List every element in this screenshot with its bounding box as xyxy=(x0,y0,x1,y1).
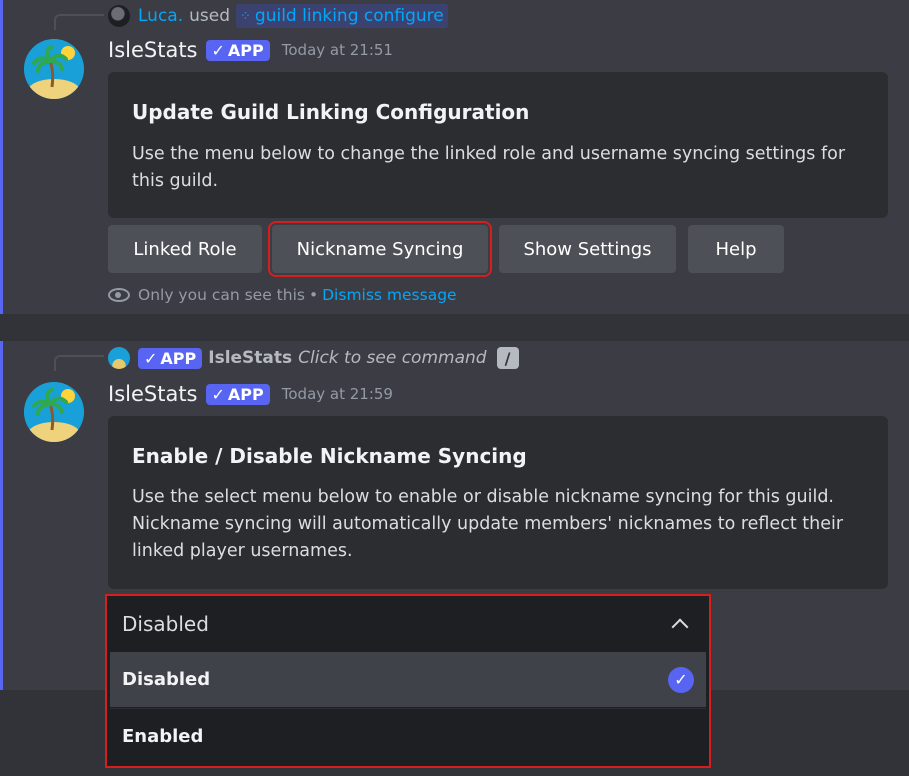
nickname-syncing-button[interactable]: Nickname Syncing xyxy=(268,221,492,277)
author-name[interactable]: IsleStats xyxy=(108,382,198,406)
check-icon: ✓ xyxy=(211,384,225,404)
message-1: Luca. used ⁘ guild linking configure Isl… xyxy=(0,0,909,314)
chevron-up-icon xyxy=(671,618,689,636)
embed-title: Enable / Disable Nickname Syncing xyxy=(132,444,527,468)
reply-connector xyxy=(54,355,104,371)
show-settings-button[interactable]: Show Settings xyxy=(499,225,676,273)
bot-avatar[interactable] xyxy=(24,382,84,442)
bot-avatar[interactable] xyxy=(24,39,84,99)
select-trigger[interactable]: Disabled xyxy=(110,599,706,649)
bot-avatar-mini xyxy=(108,347,130,369)
ephemeral-text: Only you can see this xyxy=(138,286,305,304)
reply-username[interactable]: Luca. xyxy=(138,6,183,26)
dismiss-message-link[interactable]: Dismiss message xyxy=(322,286,456,304)
app-badge: ✓ APP xyxy=(205,39,270,61)
embed: Enable / Disable Nickname Syncing Use th… xyxy=(108,416,888,589)
click-to-see-command[interactable]: Click to see command xyxy=(298,348,486,368)
check-icon: ✓ xyxy=(144,348,158,368)
option-label: Enabled xyxy=(122,725,204,747)
embed-title: Update Guild Linking Configuration xyxy=(132,100,530,124)
ephemeral-notice: Only you can see this • Dismiss message xyxy=(108,286,457,304)
command-mention[interactable]: ⁘ guild linking configure xyxy=(236,4,448,28)
select-option-enabled[interactable]: Enabled xyxy=(110,708,706,763)
linked-role-button[interactable]: Linked Role xyxy=(108,225,262,273)
slash-command-icon: ⁘ xyxy=(240,8,251,24)
embed: Update Guild Linking Configuration Use t… xyxy=(108,72,888,218)
message-header: IsleStats ✓ APP Today at 21:51 xyxy=(108,38,393,62)
user-avatar-mini xyxy=(108,5,130,27)
reply-connector xyxy=(54,14,104,30)
embed-description: Use the select menu below to enable or d… xyxy=(132,487,844,561)
author-name[interactable]: IsleStats xyxy=(108,38,198,62)
command-name: guild linking configure xyxy=(254,6,444,26)
selected-check-icon: ✓ xyxy=(668,666,694,693)
app-badge: ✓ APP xyxy=(138,347,203,369)
eye-icon xyxy=(108,288,130,302)
select-value: Disabled xyxy=(122,612,209,636)
reply-preview[interactable]: ✓ APP IsleStats Click to see command / xyxy=(108,346,519,370)
separator: • xyxy=(308,286,319,304)
message-header: IsleStats ✓ APP Today at 21:59 xyxy=(108,382,393,406)
nickname-syncing-select[interactable]: Disabled Disabled ✓ Enabled xyxy=(105,594,711,768)
embed-description: Use the menu below to change the linked … xyxy=(132,144,846,191)
reply-author[interactable]: IsleStats xyxy=(208,348,292,368)
timestamp: Today at 21:59 xyxy=(281,385,393,403)
reply-preview[interactable]: Luca. used ⁘ guild linking configure xyxy=(108,4,448,28)
app-badge: ✓ APP xyxy=(205,383,270,405)
select-option-disabled[interactable]: Disabled ✓ xyxy=(110,652,706,707)
check-icon: ✓ xyxy=(211,40,225,60)
reply-used-text: used xyxy=(189,6,231,26)
help-button[interactable]: Help xyxy=(688,225,784,273)
timestamp: Today at 21:51 xyxy=(281,41,393,59)
slash-icon: / xyxy=(496,347,519,369)
option-label: Disabled xyxy=(122,669,211,690)
